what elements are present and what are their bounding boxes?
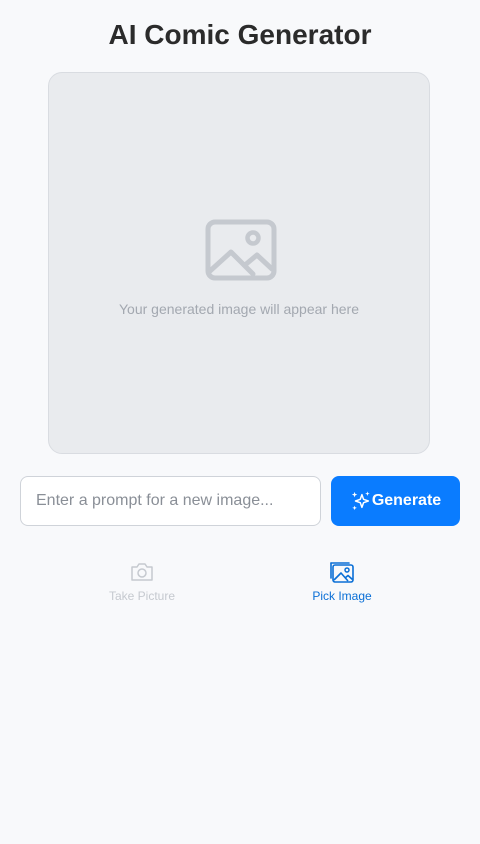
take-picture-label: Take Picture <box>108 589 176 603</box>
generate-button-label: Generate <box>371 492 442 509</box>
image-preview-area: Your generated image will appear here <box>48 72 430 454</box>
prompt-input[interactable] <box>20 476 321 526</box>
generate-button[interactable]: Generate <box>331 476 460 526</box>
pick-image-label: Pick Image <box>312 589 372 603</box>
preview-placeholder-text: Your generated image will appear here <box>119 301 359 317</box>
image-placeholder-icon <box>205 219 277 281</box>
app-screen: AI Comic Generator Your generated image … <box>0 0 480 844</box>
camera-icon <box>131 563 153 581</box>
take-picture-button[interactable]: Take Picture <box>82 560 202 603</box>
pick-image-button[interactable]: Pick Image <box>282 560 402 603</box>
sparkles-icon <box>351 491 370 511</box>
page-title: AI Comic Generator <box>108 19 372 50</box>
image-icon <box>330 562 354 583</box>
